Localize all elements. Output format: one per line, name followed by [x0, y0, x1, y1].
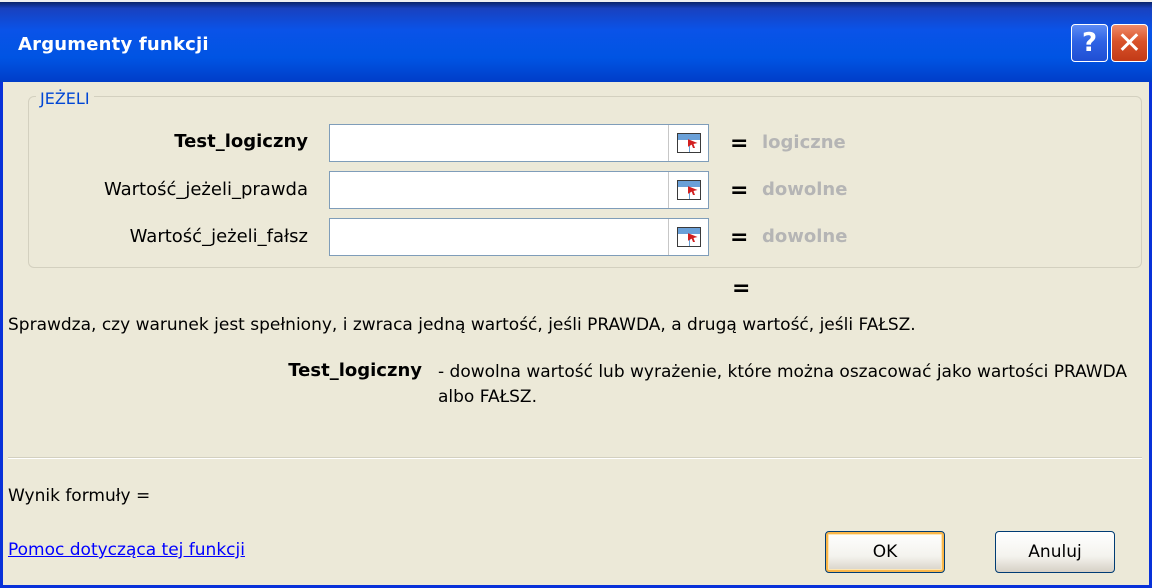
arg-input-wartosc-jezeli-prawda[interactable]: [329, 171, 709, 209]
arg-type-hint: dowolne: [762, 226, 848, 247]
arg-equals-sign: =: [730, 131, 749, 156]
help-icon[interactable]: ?: [1071, 24, 1108, 62]
arg-input-wartosc-jezeli-falsz[interactable]: [329, 218, 709, 256]
range-select-button-test-logiczny[interactable]: [668, 125, 708, 161]
collapse-dialog-icon: [676, 227, 701, 247]
collapse-dialog-icon: [676, 133, 701, 153]
arg-label-wartosc-jezeli-falsz: Wartość_jeżeli_fałsz: [129, 226, 308, 247]
dialog-title: Argumenty funkcji: [18, 34, 209, 55]
divider: [8, 457, 1142, 459]
function-arguments-dialog: Argumenty funkcji ? ✕: [0, 0, 1152, 588]
arg-equals-sign: =: [730, 178, 749, 203]
arg-label-test-logiczny: Test_logiczny: [174, 131, 308, 152]
arg-type-hint: dowolne: [762, 179, 848, 200]
function-help-link[interactable]: Pomoc dotycząca tej funkcji: [8, 540, 245, 560]
arg-label-wartosc-jezeli-prawda: Wartość_jeżeli_prawda: [103, 179, 308, 200]
arg-equals-sign: =: [730, 225, 749, 250]
function-result-equals: =: [732, 276, 751, 301]
arg-type-hint: logiczne: [762, 132, 846, 153]
function-description: Sprawdza, czy warunek jest spełniony, i …: [8, 315, 916, 335]
range-select-button-wartosc-jezeli-prawda[interactable]: [668, 172, 708, 208]
close-icon[interactable]: ✕: [1111, 24, 1148, 62]
function-name-label: JEŻELI: [36, 89, 94, 108]
ok-button[interactable]: OK: [825, 531, 945, 573]
formula-result-label: Wynik formuły =: [8, 486, 151, 506]
title-bar[interactable]: Argumenty funkcji ? ✕: [0, 0, 1152, 82]
arg-input-test-logiczny[interactable]: [329, 124, 709, 162]
argument-help-name: Test_logiczny: [288, 360, 422, 381]
argument-help-text: - dowolna wartość lub wyrażenie, które m…: [438, 362, 1128, 407]
collapse-dialog-icon: [676, 180, 701, 200]
cancel-button[interactable]: Anuluj: [995, 531, 1115, 573]
range-select-button-wartosc-jezeli-falsz[interactable]: [668, 219, 708, 255]
